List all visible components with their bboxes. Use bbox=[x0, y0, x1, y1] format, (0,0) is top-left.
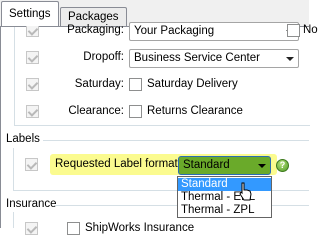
label-format-combo[interactable]: Standard bbox=[178, 156, 271, 175]
pointer-cursor-icon bbox=[239, 182, 252, 201]
labels-group-rule bbox=[13, 140, 309, 141]
saturday-label: Saturday: bbox=[74, 78, 124, 90]
chevron-down-icon bbox=[258, 164, 266, 168]
shipworks-insurance-label: ShipWorks Insurance bbox=[85, 222, 195, 234]
help-icon[interactable]: ? bbox=[276, 159, 289, 172]
packaging-value: Your Packaging bbox=[134, 25, 215, 37]
label-format-value: Standard bbox=[183, 159, 230, 171]
packaging-combo[interactable]: Your Packaging bbox=[129, 22, 299, 41]
saturday-delivery-checkbox[interactable] bbox=[129, 78, 142, 91]
dropoff-label: Dropoff: bbox=[83, 51, 124, 63]
packaging-no-label: No bbox=[303, 24, 318, 36]
shipworks-insurance-checkbox[interactable] bbox=[67, 222, 80, 235]
saturday-override-checkbox[interactable] bbox=[26, 78, 39, 91]
insurance-override-checkbox[interactable] bbox=[25, 222, 38, 235]
label-format-label: Requested Label format: bbox=[55, 158, 181, 170]
labels-group-title: Labels bbox=[6, 133, 43, 145]
packaging-no-checkbox[interactable] bbox=[287, 24, 300, 37]
dropoff-override-checkbox[interactable] bbox=[26, 51, 39, 64]
option-thermal-epl[interactable]: Thermal - EPL bbox=[178, 191, 271, 204]
insurance-group-title: Insurance bbox=[6, 198, 60, 210]
label-format-override-checkbox[interactable] bbox=[25, 158, 38, 171]
returns-clearance-checkbox[interactable] bbox=[129, 105, 142, 118]
clearance-label: Clearance: bbox=[68, 105, 124, 117]
group-border bbox=[14, 27, 15, 125]
group-divider bbox=[14, 125, 310, 126]
insurance-group-border bbox=[13, 212, 14, 228]
tab-settings[interactable]: Settings bbox=[1, 1, 59, 26]
dropoff-value: Business Service Center bbox=[134, 52, 260, 64]
label-format-dropdown-list: Standard Thermal - EPL Thermal - ZPL bbox=[177, 176, 272, 218]
clearance-override-checkbox[interactable] bbox=[26, 105, 39, 118]
chevron-down-icon bbox=[286, 57, 294, 61]
labels-group-border bbox=[13, 148, 14, 190]
saturday-delivery-label: Saturday Delivery bbox=[147, 78, 238, 90]
dropoff-combo[interactable]: Business Service Center bbox=[129, 49, 299, 68]
option-thermal-zpl[interactable]: Thermal - ZPL bbox=[178, 204, 271, 217]
returns-clearance-label: Returns Clearance bbox=[147, 105, 243, 117]
option-standard[interactable]: Standard bbox=[178, 178, 271, 191]
